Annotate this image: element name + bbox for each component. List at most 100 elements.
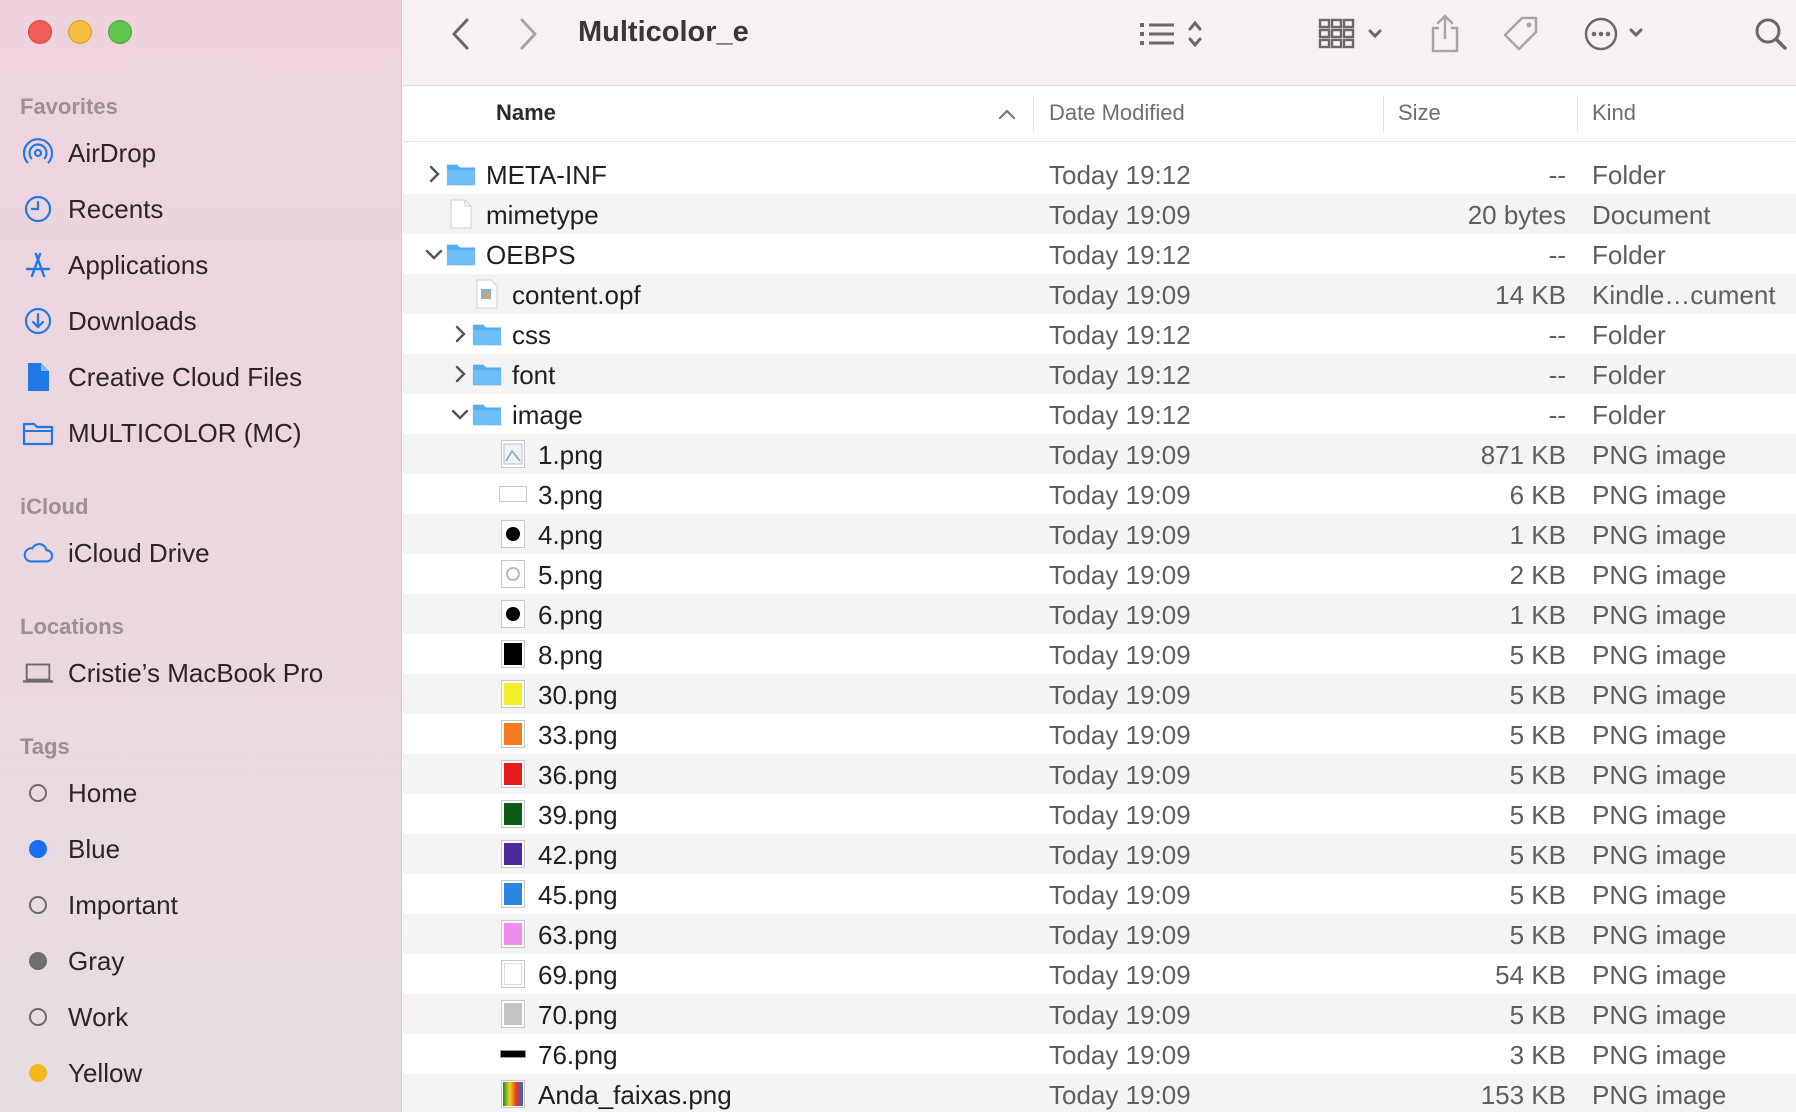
folder-icon — [472, 359, 502, 389]
file-name: 1.png — [538, 440, 604, 470]
file-date-modified: Today 19:09 — [1049, 800, 1191, 830]
file-row-70-png[interactable]: 70.png Today 19:09 5 KB PNG image — [403, 994, 1796, 1034]
file-row-css[interactable]: css Today 19:12 -- Folder — [403, 314, 1796, 354]
file-row-42-png[interactable]: 42.png Today 19:09 5 KB PNG image — [403, 834, 1796, 874]
column-divider[interactable] — [1577, 96, 1578, 132]
file-size: -- — [1548, 360, 1566, 390]
forward-button[interactable] — [508, 14, 548, 54]
tag-button[interactable] — [1499, 14, 1543, 54]
zoom-window-button[interactable] — [108, 20, 132, 44]
file-row-font[interactable]: font Today 19:12 -- Folder — [403, 354, 1796, 394]
share-icon — [1431, 14, 1459, 53]
file-row-oebps[interactable]: OEBPS Today 19:12 -- Folder — [403, 234, 1796, 274]
file-kind: PNG image — [1592, 560, 1727, 590]
file-row-69-png[interactable]: 69.png Today 19:09 54 KB PNG image — [403, 954, 1796, 994]
name-column-header[interactable]: Name — [496, 100, 556, 126]
disclosure-collapsed-icon[interactable] — [449, 362, 471, 386]
folder-icon — [472, 399, 502, 429]
group-button[interactable] — [1313, 14, 1393, 54]
file-row-meta-inf[interactable]: META-INF Today 19:12 -- Folder — [403, 154, 1796, 194]
sort-ascending-icon[interactable] — [998, 108, 1016, 120]
column-divider[interactable] — [1383, 96, 1384, 132]
disclosure-expanded-icon[interactable] — [449, 402, 471, 426]
file-kind: PNG image — [1592, 480, 1727, 510]
minimize-window-button[interactable] — [68, 20, 92, 44]
file-size: 20 bytes — [1467, 200, 1566, 230]
file-date-modified: Today 19:09 — [1049, 760, 1191, 790]
file-name: image — [512, 400, 583, 430]
cloud-icon — [22, 537, 54, 569]
file-row-4-png[interactable]: 4.png Today 19:09 1 KB PNG image — [403, 514, 1796, 554]
file-row-39-png[interactable]: 39.png Today 19:09 5 KB PNG image — [403, 794, 1796, 834]
file-date-modified: Today 19:09 — [1049, 720, 1191, 750]
tag-blue[interactable]: Blue — [22, 827, 120, 871]
tags-header: Tags — [20, 734, 70, 759]
icloud-header: iCloud — [20, 494, 89, 519]
sidebar-item-creative-cloud-files[interactable]: Creative Cloud Files — [22, 355, 302, 399]
file-row-6-png[interactable]: 6.png Today 19:09 1 KB PNG image — [403, 594, 1796, 634]
disclosure-collapsed-icon[interactable] — [423, 162, 445, 186]
file-icon — [498, 839, 528, 869]
sidebar-item-downloads[interactable]: Downloads — [22, 299, 197, 343]
tag-yellow[interactable]: Yellow — [22, 1051, 142, 1095]
file-date-modified: Today 19:09 — [1049, 480, 1191, 510]
date-modified-column-header[interactable]: Date Modified — [1049, 100, 1185, 126]
list-view-button[interactable] — [1133, 14, 1213, 54]
disclosure-expanded-icon[interactable] — [423, 242, 445, 266]
sidebar-item-multicolor-mc[interactable]: MULTICOLOR (MC) — [22, 411, 302, 455]
file-row-1-png[interactable]: 1.png Today 19:09 871 KB PNG image — [403, 434, 1796, 474]
file-size: -- — [1548, 240, 1566, 270]
file-name: 3.png — [538, 480, 604, 510]
close-window-button[interactable] — [28, 20, 52, 44]
folder-icon — [472, 319, 502, 349]
sidebar-item-recents[interactable]: Recents — [22, 187, 163, 231]
ellipsis-circle-icon — [1584, 17, 1643, 51]
file-row-30-png[interactable]: 30.png Today 19:09 5 KB PNG image — [403, 674, 1796, 714]
back-button[interactable] — [441, 14, 481, 54]
file-row-45-png[interactable]: 45.png Today 19:09 5 KB PNG image — [403, 874, 1796, 914]
file-row-63-png[interactable]: 63.png Today 19:09 5 KB PNG image — [403, 914, 1796, 954]
file-size: 1 KB — [1509, 520, 1566, 550]
file-kind: PNG image — [1592, 1040, 1727, 1070]
tag-work[interactable]: Work — [22, 995, 128, 1039]
file-date-modified: Today 19:09 — [1049, 840, 1191, 870]
file-row-image[interactable]: image Today 19:12 -- Folder — [403, 394, 1796, 434]
file-date-modified: Today 19:09 — [1049, 280, 1191, 310]
kind-column-header[interactable]: Kind — [1592, 100, 1636, 126]
file-name: 36.png — [538, 760, 618, 790]
file-kind: PNG image — [1592, 720, 1727, 750]
file-size: -- — [1548, 320, 1566, 350]
clock-icon — [22, 193, 54, 225]
share-button[interactable] — [1423, 14, 1467, 54]
file-name: 76.png — [538, 1040, 618, 1070]
file-size: 5 KB — [1509, 760, 1566, 790]
document-icon — [22, 361, 54, 393]
file-name: 42.png — [538, 840, 618, 870]
sidebar-item-label: MULTICOLOR (MC) — [68, 417, 302, 448]
action-menu-button[interactable] — [1581, 14, 1651, 54]
tag-home[interactable]: Home — [22, 771, 137, 815]
sidebar-item-icloud-drive[interactable]: iCloud Drive — [22, 531, 210, 575]
file-row-76-png[interactable]: 76.png Today 19:09 3 KB PNG image — [403, 1034, 1796, 1074]
file-date-modified: Today 19:09 — [1049, 920, 1191, 950]
disclosure-collapsed-icon[interactable] — [449, 322, 471, 346]
sidebar-item-airdrop[interactable]: AirDrop — [22, 131, 156, 175]
file-row-3-png[interactable]: 3.png Today 19:09 6 KB PNG image — [403, 474, 1796, 514]
tag-gray[interactable]: Gray — [22, 939, 124, 983]
tag-important[interactable]: Important — [22, 883, 178, 927]
size-column-header[interactable]: Size — [1398, 100, 1441, 126]
search-button[interactable] — [1751, 14, 1791, 54]
sidebar-item-applications[interactable]: Applications — [22, 243, 208, 287]
file-kind: Folder — [1592, 160, 1666, 190]
file-row-mimetype[interactable]: mimetype Today 19:09 20 bytes Document — [403, 194, 1796, 234]
sidebar-item-cristie-s-macbook-pro[interactable]: Cristie’s MacBook Pro — [22, 651, 323, 695]
file-row-33-png[interactable]: 33.png Today 19:09 5 KB PNG image — [403, 714, 1796, 754]
file-row-5-png[interactable]: 5.png Today 19:09 2 KB PNG image — [403, 554, 1796, 594]
file-size: 5 KB — [1509, 640, 1566, 670]
file-row-content-opf[interactable]: content.opf Today 19:09 14 KB Kindle…cument — [403, 274, 1796, 314]
file-row-36-png[interactable]: 36.png Today 19:09 5 KB PNG image — [403, 754, 1796, 794]
column-divider[interactable] — [1033, 96, 1034, 132]
file-row-anda-faixas-png[interactable]: Anda_faixas.png Today 19:09 153 KB PNG imag… — [403, 1074, 1796, 1112]
file-row-8-png[interactable]: 8.png Today 19:09 5 KB PNG image — [403, 634, 1796, 674]
column-header: Name Date Modified Size Kind — [403, 86, 1796, 142]
